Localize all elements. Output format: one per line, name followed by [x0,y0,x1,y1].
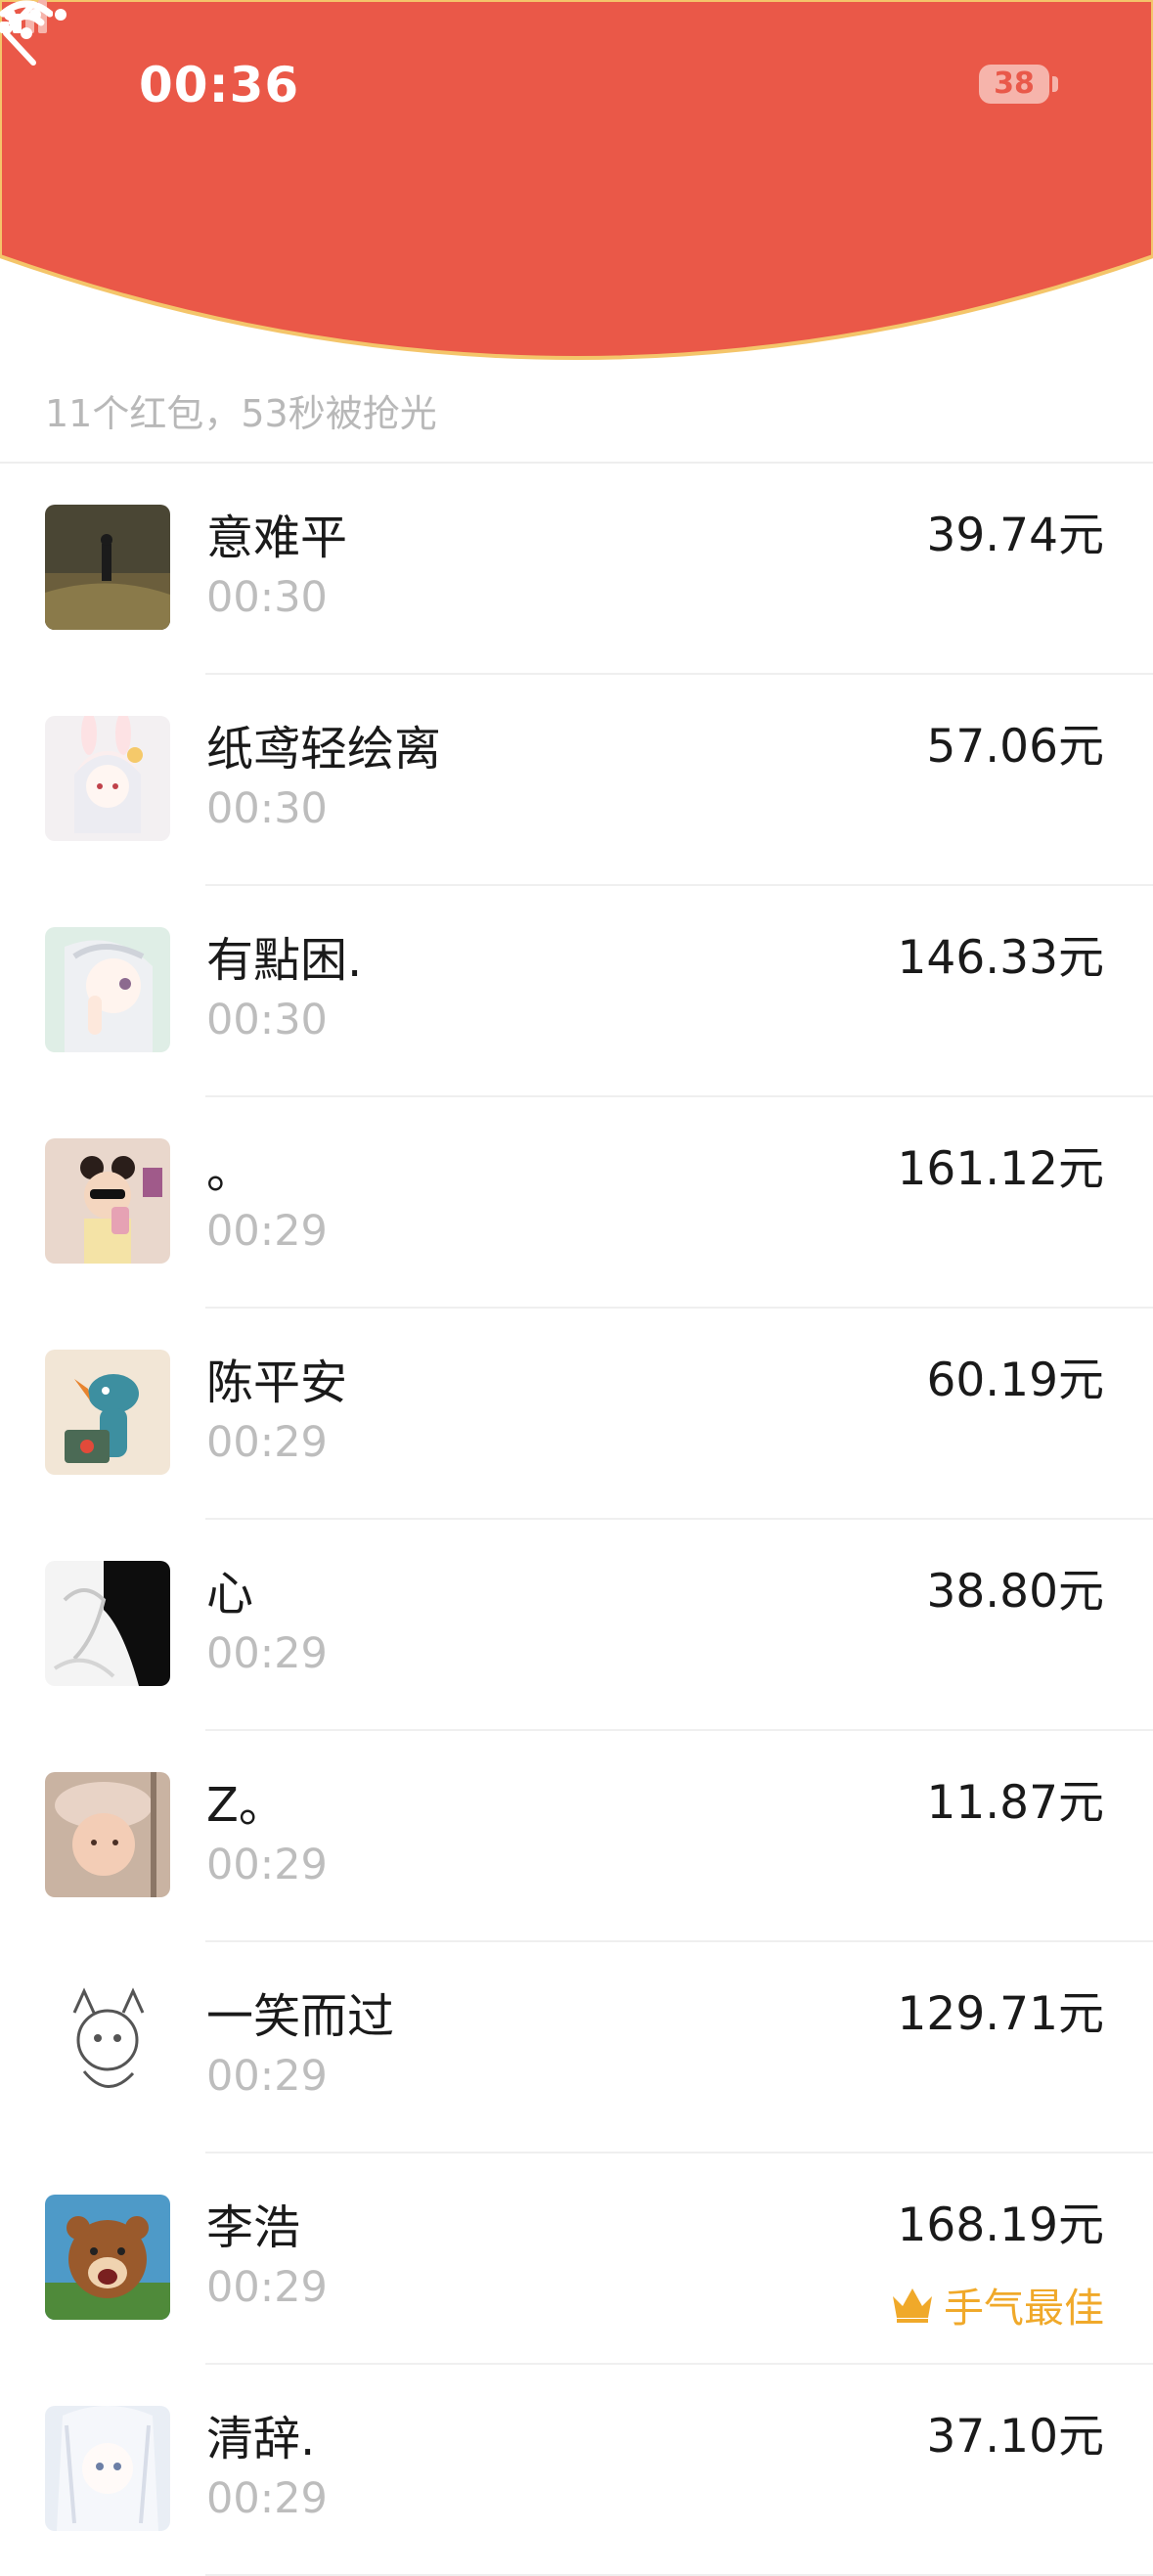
claim-amount: 161.12元 [897,1142,1104,1196]
battery-icon: 38 [979,65,1049,104]
member-name: 李浩 [206,2200,301,2255]
claim-time: 00:29 [206,1207,328,1256]
more-options-button[interactable] [0,0,70,29]
claim-amount: 11.87元 [926,1776,1104,1830]
claim-time: 00:29 [206,2474,328,2523]
claim-amount: 168.19元 [897,2198,1104,2252]
claim-time: 00:29 [206,1418,328,1467]
claim-amount: 129.71元 [897,1987,1104,2041]
best-luck-badge: 手气最佳 [889,2275,1104,2333]
claim-time: 00:29 [206,1841,328,1889]
claim-amount: 57.06元 [926,720,1104,774]
member-name: Z。 [206,1778,286,1833]
avatar[interactable] [45,2406,170,2531]
claim-amount: 37.10元 [926,2410,1104,2464]
list-item[interactable]: Z。 00:29 11.87元 [0,1731,1153,1942]
list-item[interactable]: 意难平 00:30 39.74元 [0,464,1153,675]
claim-time: 00:29 [206,2263,328,2312]
member-name: 一笑而过 [206,1989,395,2044]
avatar[interactable] [45,2195,170,2320]
claim-amount: 38.80元 [926,1565,1104,1619]
list-item[interactable]: 陈平安 00:29 60.19元 [0,1309,1153,1520]
member-name: 心 [206,1567,254,1621]
avatar[interactable] [45,716,170,841]
avatar[interactable] [45,927,170,1052]
crown-icon [893,2288,932,2323]
status-time: 00:36 [139,57,300,113]
battery-cap [1052,76,1058,92]
red-packet-header: 00:36 38 [0,0,1153,383]
member-name: 意难平 [206,511,348,565]
avatar[interactable] [45,1350,170,1475]
avatar[interactable] [45,1561,170,1686]
list-item[interactable]: 李浩 00:29 168.19元 手气最佳 [0,2154,1153,2365]
member-name: 清辞. [206,2412,316,2466]
avatar[interactable] [45,1138,170,1264]
list-item[interactable]: 一笑而过 00:29 129.71元 [0,1942,1153,2154]
avatar[interactable] [45,505,170,630]
claim-time: 00:30 [206,784,328,833]
avatar[interactable] [45,1772,170,1897]
claim-list: 意难平 00:30 39.74元 纸鸢轻绘离 00:30 57.06元 有點困.… [0,464,1153,2576]
member-name: 纸鸢轻绘离 [206,722,442,777]
claim-time: 00:29 [206,1629,328,1678]
claim-time: 00:30 [206,573,328,622]
best-luck-label: 手气最佳 [944,2285,1104,2332]
list-item[interactable]: 纸鸢轻绘离 00:30 57.06元 [0,675,1153,886]
packet-summary: 11个红包，53秒被抢光 [45,392,437,435]
avatar[interactable] [45,1983,170,2109]
list-item[interactable]: 有點困. 00:30 146.33元 [0,886,1153,1097]
claim-amount: 60.19元 [926,1354,1104,1407]
member-name: 有點困. [206,933,363,988]
list-item[interactable]: 。 00:29 161.12元 [0,1097,1153,1309]
list-item[interactable]: 心 00:29 38.80元 [0,1520,1153,1731]
claim-time: 00:29 [206,2052,328,2101]
claim-amount: 39.74元 [926,509,1104,562]
claim-time: 00:30 [206,996,328,1044]
member-name: 陈平安 [206,1355,348,1410]
claim-amount: 146.33元 [897,931,1104,985]
member-name: 。 [206,1144,254,1199]
list-item[interactable]: 清辞. 00:29 37.10元 [0,2365,1153,2576]
